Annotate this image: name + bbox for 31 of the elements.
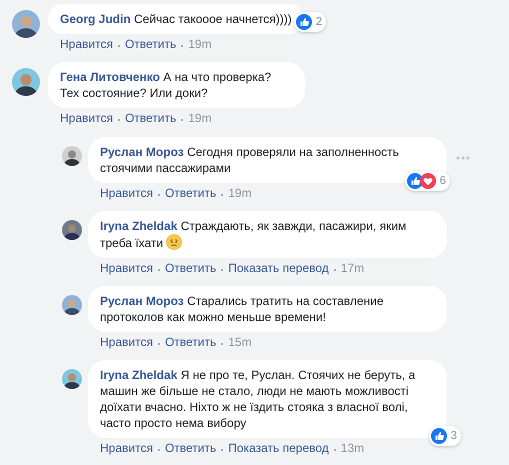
action-link[interactable]: Ответить: [164, 261, 216, 276]
action-link[interactable]: Нравится: [100, 261, 153, 276]
thumbs-up-reaction-icon: [430, 428, 447, 444]
author-link[interactable]: Georg Judin: [60, 12, 131, 26]
comment-text: Руслан Мороз Старались тратить на составление протоколов как можно меньше времени!: [100, 293, 385, 325]
action-link[interactable]: Нравится: [100, 441, 153, 456]
comment-text: Iryna Zheldak Страждають, як завжди, пасажири, яким треба їхати: [100, 218, 408, 251]
action-link[interactable]: Нравится: [100, 335, 153, 350]
action-link[interactable]: Ответить: [124, 37, 176, 52]
author-link[interactable]: Iryna Zheldak: [100, 368, 178, 382]
action-link[interactable]: Ответить: [164, 335, 216, 350]
action-link[interactable]: Нравится: [60, 111, 113, 126]
action-link[interactable]: Показать перевод: [228, 261, 329, 276]
more-options-icon[interactable]: [456, 155, 470, 161]
author-link[interactable]: Руслан Мороз: [100, 145, 184, 159]
comment-text: Iryna Zheldak Я не про те, Руслан. Стоячих не беруть, а машин же більше не стало, люди не мають можливості доїхати вчасно. Ніхто ж не їздить стояка з власної волі, часто просто нема вибору: [100, 367, 416, 431]
thumbs-up-reaction-icon: [406, 173, 423, 189]
action-link[interactable]: Ответить: [164, 441, 216, 456]
comment-text: Руслан Мороз Сегодня проверяли на заполненность стоячими пассажирами: [100, 144, 400, 176]
thumbs-up-reaction-icon: [296, 14, 312, 30]
comment-text: Georg Judin Сейчас такооое начнется)))): [60, 11, 292, 27]
author-link[interactable]: Руслан Мороз: [100, 294, 184, 308]
author-link[interactable]: Гена Литовченко: [60, 70, 160, 84]
action-link[interactable]: Нравится: [60, 37, 113, 52]
heart-reaction-icon: [420, 173, 436, 189]
action-link[interactable]: Нравится: [100, 186, 153, 201]
comment-text: Гена Литовченко А на что проверка? Тех состояние? Или доки?: [60, 69, 272, 101]
action-link[interactable]: Показать перевод: [228, 441, 329, 456]
action-link[interactable]: Ответить: [164, 186, 216, 201]
action-link[interactable]: Ответить: [124, 111, 176, 126]
author-link[interactable]: Iryna Zheldak: [100, 219, 178, 233]
